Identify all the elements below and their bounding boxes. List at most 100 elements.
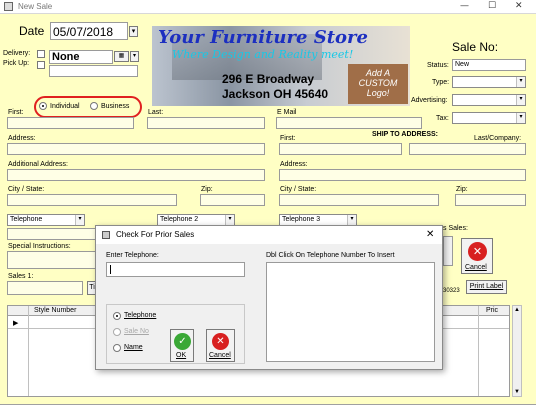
delivery-calendar-icon[interactable]: ▦ [114,51,129,62]
ship-zip-field[interactable] [455,194,526,206]
special-instructions-field[interactable] [7,251,97,269]
tax-select[interactable]: ▾ [452,112,526,124]
telephone-option-label[interactable]: Telephone [124,312,156,319]
city-state-label: City / State: [8,186,45,193]
sales-number-field-partial[interactable] [443,236,453,266]
store-address-line2: Jackson OH 45640 [222,87,329,101]
enter-telephone-label: Enter Telephone: [106,252,159,259]
dialog-ok-button[interactable]: ✓ OK [170,329,194,362]
title-bar: New Sale — ☐ ✕ [0,0,536,14]
badge-line: Add A [365,68,391,78]
column-header-price[interactable]: Pric [486,307,498,314]
chevron-down-icon: ▾ [516,77,525,87]
window-title: New Sale [18,2,53,11]
chevron-down-icon: ▾ [225,215,234,225]
date-label: Date [19,24,45,38]
store-advertisement-image: Your Furniture Store Where Design and Re… [152,26,410,106]
address-label: Address: [8,135,36,142]
status-field: New [452,59,526,71]
sales1-label: Sales 1: [8,273,34,280]
telephone-option-radio[interactable] [113,312,121,320]
grid-column-divider [478,306,479,396]
delivery-label: Delivery: [3,50,31,57]
ship-last-company-field[interactable] [409,143,526,155]
additional-address-field[interactable] [7,169,265,181]
business-label[interactable]: Business [101,103,129,110]
calendar-button[interactable]: ▾ [129,26,138,37]
telephone-results-list[interactable] [266,262,435,362]
pickup-checkbox[interactable] [37,61,45,69]
ship-address-label: Address: [280,161,308,168]
checkmark-icon: ✓ [174,333,191,350]
cancel-icon: ✕ [468,242,487,261]
ship-address-field[interactable] [279,169,526,181]
delivery-checkbox[interactable] [37,50,45,58]
maximize-button[interactable]: ☐ [488,1,496,11]
sale-no-label: Sale No: [452,40,499,54]
dialog-cancel-button[interactable]: ✕ Cancel [206,329,235,362]
chevron-down-icon: ▾ [516,113,525,123]
dialog-title-bar: Check For Prior Sales ✕ [96,226,442,244]
badge-line: Logo! [366,88,390,98]
chevron-down-icon: ▾ [516,95,525,105]
delivery-dropdown-button[interactable]: ▾ [130,51,139,62]
badge-line: CUSTOM [358,78,398,88]
ship-zip-label: Zip: [456,186,468,193]
ship-city-state-field[interactable] [279,194,439,206]
ship-first-field[interactable] [279,143,402,155]
store-tagline: Where Design and Reality meet! [172,48,354,61]
dbl-click-instruction: Dbl Click On Telephone Number To Insert [266,252,395,259]
ship-to-label: SHIP TO ADDRESS: [372,131,438,138]
type-select[interactable]: ▾ [452,76,526,88]
city-state-field[interactable] [7,194,177,206]
column-header-style-number[interactable]: Style Number [34,307,76,314]
special-instructions-label: Special Instructions: [8,243,71,250]
row-indicator: ▶ [13,320,19,327]
app-icon [4,2,13,11]
check-prior-sales-dialog: Check For Prior Sales ✕ Enter Telephone:… [95,225,443,370]
chevron-down-icon: ▾ [75,215,84,225]
name-option-label[interactable]: Name [124,344,143,351]
scroll-up-icon: ▲ [514,307,520,313]
last-name-field[interactable] [147,117,265,129]
last-name-label: Last: [148,109,164,116]
custom-logo-badge: Add A CUSTOM Logo! [348,64,408,104]
dialog-close-button[interactable]: ✕ [426,229,434,240]
sale-no-option-label[interactable]: Sale No [124,328,149,335]
sales1-field[interactable] [7,281,83,295]
individual-radio[interactable] [39,102,47,110]
minimize-button[interactable]: — [460,1,469,11]
individual-label[interactable]: Individual [50,103,80,110]
print-label-button[interactable]: Print Label [466,280,507,294]
telephone1-select[interactable]: Telephone ▾ [7,214,85,226]
first-name-field[interactable] [7,117,134,129]
close-button[interactable]: ✕ [515,1,523,11]
zip-label: Zip: [201,186,213,193]
enter-telephone-field[interactable] [106,262,245,277]
zip-field[interactable] [200,194,265,206]
status-label: Status: [427,62,449,69]
main-cancel-button[interactable]: ✕ Cancel [461,238,493,274]
sale-no-option-radio[interactable] [113,328,121,336]
date-field[interactable]: 05/07/2018 [50,22,128,40]
delivery-option-field[interactable]: None [49,50,113,64]
delivery-time-field[interactable] [49,65,138,77]
advertising-label: Advertising: [411,97,448,104]
sales-label-partial: s Sales: [443,225,468,232]
grid-column-divider [28,306,29,396]
advertising-select[interactable]: ▾ [452,94,526,106]
chevron-down-icon: ▾ [347,215,356,225]
dialog-app-icon [102,231,110,239]
tax-label: Tax: [436,115,449,122]
business-radio[interactable] [90,102,98,110]
scroll-down-icon: ▼ [514,389,520,395]
name-option-radio[interactable] [113,344,121,352]
ship-city-state-label: City / State: [280,186,317,193]
dialog-body: Enter Telephone: Dbl Click On Telephone … [96,244,442,369]
address-field[interactable] [7,143,265,155]
partial-number-text: 30323 [443,288,460,294]
email-field[interactable] [276,117,422,129]
type-label: Type: [432,79,450,86]
pickup-label: Pick Up: [3,60,30,67]
vertical-scrollbar[interactable]: ▲ ▼ [512,305,522,397]
